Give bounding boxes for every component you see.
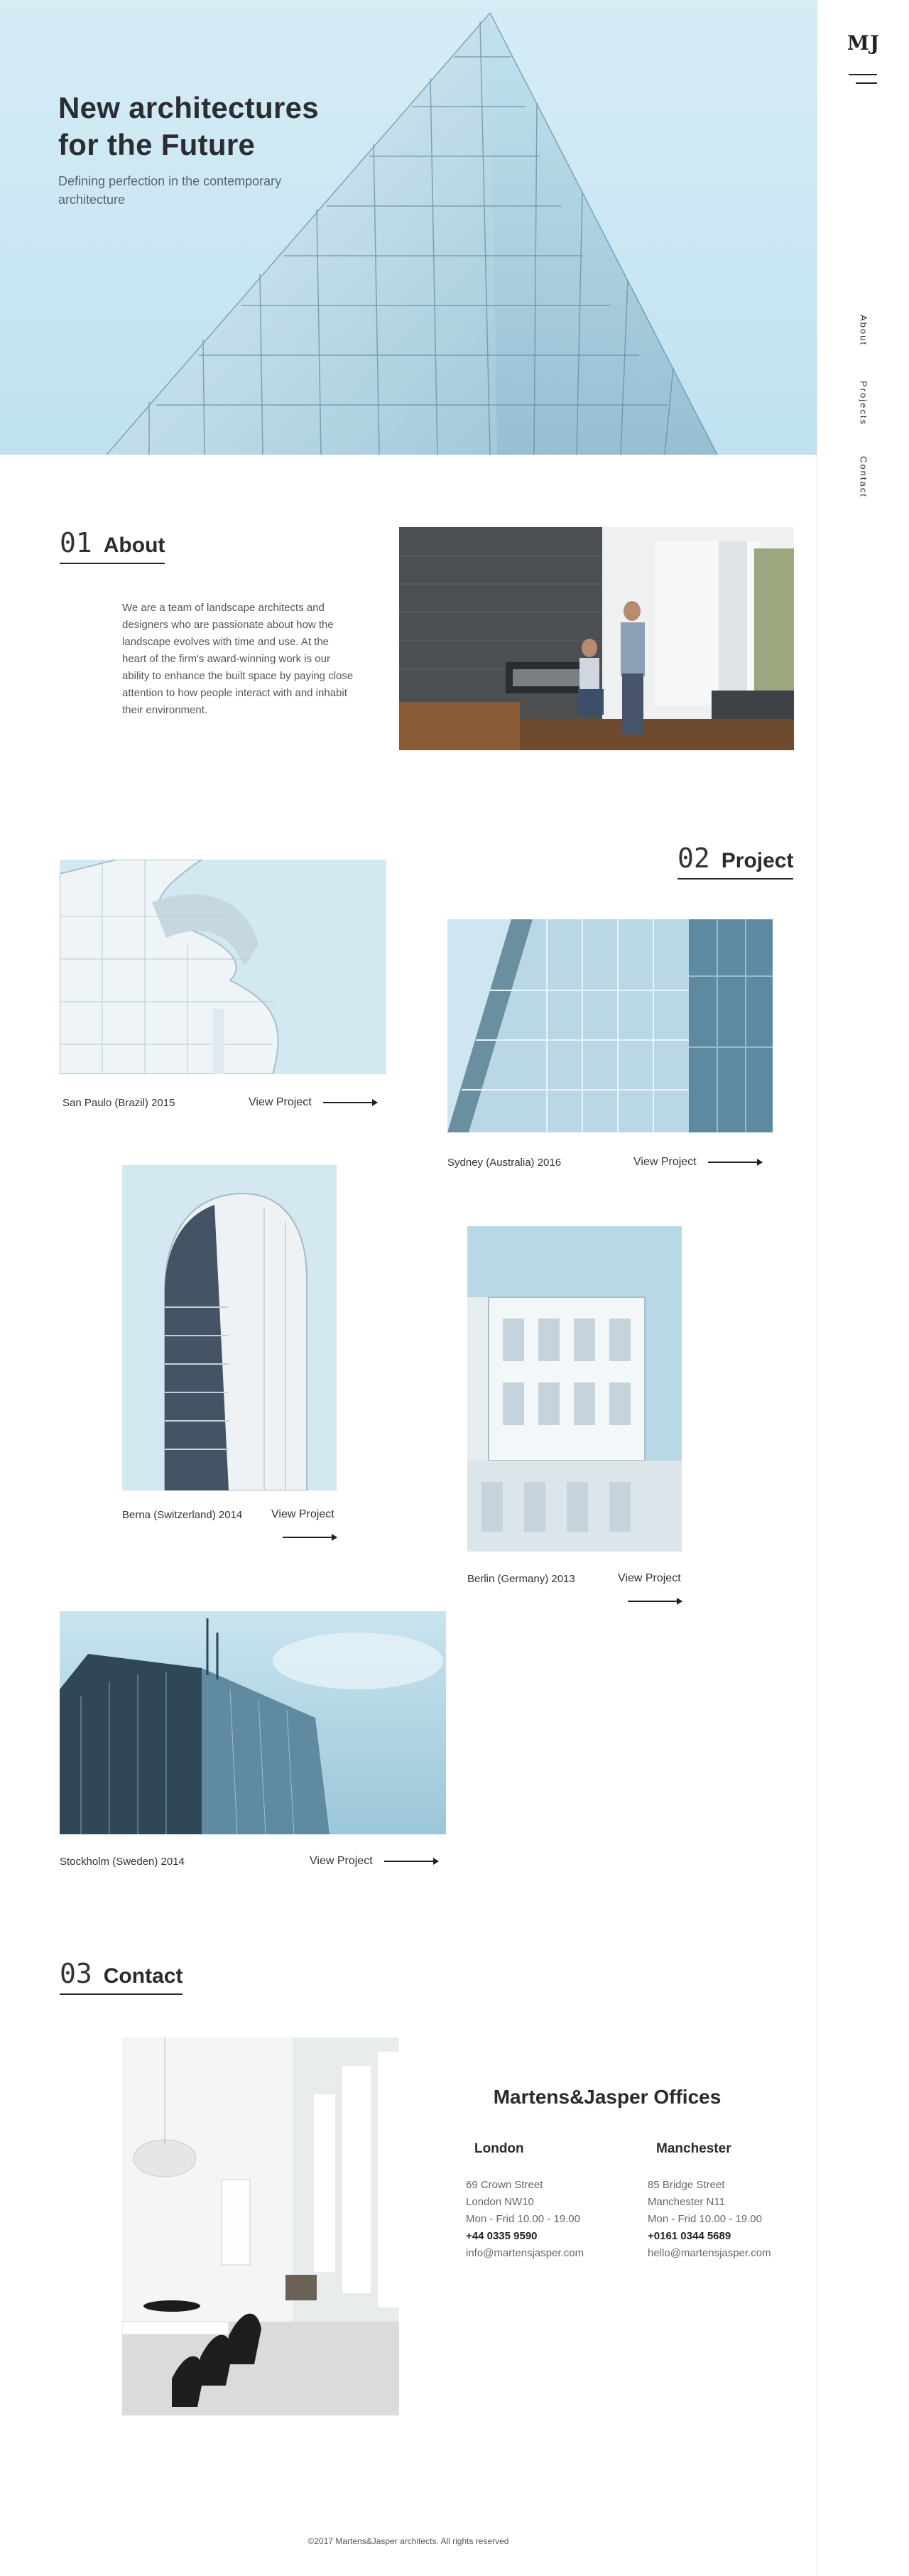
project-caption: Berna (Switzerland) 2014 xyxy=(122,1509,243,1521)
view-project-label: View Project xyxy=(310,1855,373,1867)
arrow-right-icon xyxy=(322,1099,378,1106)
hero-title-line-1: New architectures xyxy=(58,91,319,124)
project-caption: Stockholm (Sweden) 2014 xyxy=(60,1856,185,1868)
hero-subtitle: Defining perfection in the contemporary … xyxy=(58,174,282,207)
office-city-london: London xyxy=(474,2141,524,2156)
offices-title: Martens&Jasper Offices xyxy=(493,2086,722,2108)
office-hours: Mon - Frid 10.00 - 19.00 xyxy=(466,2213,580,2225)
office-phone[interactable]: +0161 0344 5689 xyxy=(648,2228,771,2245)
arrow-right-icon[interactable] xyxy=(628,1598,682,1605)
nav-item-label: Contact xyxy=(858,455,869,498)
office-email[interactable]: info@martensjasper.com xyxy=(466,2245,584,2262)
hero-title-line-2: for the Future xyxy=(58,128,256,161)
project-caption: Berlin (Germany) 2013 xyxy=(467,1573,575,1585)
office-phone[interactable]: +44 0335 9590 xyxy=(466,2228,584,2245)
nav-item-about[interactable]: About xyxy=(817,305,909,355)
hero-section: New architectures for the Future Definin… xyxy=(0,0,817,455)
project-caption: San Paulo (Brazil) 2015 xyxy=(62,1097,175,1109)
arrow-right-icon[interactable] xyxy=(283,1534,337,1541)
office-details-manchester: 85 Bridge Street Manchester N11 Mon - Fr… xyxy=(648,2177,771,2262)
arrow-right-icon xyxy=(383,1858,439,1865)
side-navigation: MJ About Projects Contact xyxy=(817,0,909,2576)
section-label: Project xyxy=(721,849,794,872)
nav-item-label: Projects xyxy=(858,380,869,426)
view-project-label: View Project xyxy=(618,1572,681,1584)
project-image-berna[interactable] xyxy=(122,1165,337,1490)
brand-logo[interactable]: MJ xyxy=(817,31,909,55)
project-image-sydney[interactable] xyxy=(447,919,773,1132)
office-postcode: Manchester N11 xyxy=(648,2196,725,2208)
project-image-san-paulo[interactable] xyxy=(60,860,386,1074)
view-project-link[interactable]: View Project xyxy=(618,1572,681,1585)
nav-item-label: About xyxy=(858,315,869,346)
arrow-right-icon xyxy=(707,1159,763,1166)
section-label: About xyxy=(103,534,165,557)
hero-title: New architectures for the Future xyxy=(58,90,319,163)
section-number: 01 xyxy=(60,527,92,558)
office-street: 69 Crown Street xyxy=(466,2179,543,2191)
view-project-label: View Project xyxy=(633,1156,697,1168)
office-city-manchester: Manchester xyxy=(656,2141,731,2156)
office-postcode: London NW10 xyxy=(466,2196,534,2208)
view-project-link[interactable]: View Project xyxy=(633,1156,763,1169)
office-email[interactable]: hello@martensjasper.com xyxy=(648,2245,771,2262)
about-text: We are a team of landscape architects an… xyxy=(122,602,354,716)
project-image-stockholm[interactable] xyxy=(60,1611,446,1834)
section-label: Contact xyxy=(103,1964,183,1988)
projects-heading: 02 Project xyxy=(677,843,794,880)
view-project-link[interactable]: View Project xyxy=(271,1508,334,1521)
footer-copyright: ©2017 Martens&Jasper architects. All rig… xyxy=(307,2536,509,2546)
nav-item-contact[interactable]: Contact xyxy=(817,452,909,502)
view-project-label: View Project xyxy=(271,1508,334,1520)
office-details-london: 69 Crown Street London NW10 Mon - Frid 1… xyxy=(466,2177,584,2262)
section-number: 03 xyxy=(60,1958,92,1989)
section-number: 02 xyxy=(677,843,710,874)
hamburger-menu-icon[interactable] xyxy=(849,74,877,88)
office-street: 85 Bridge Street xyxy=(648,2179,725,2191)
office-hours: Mon - Frid 10.00 - 19.00 xyxy=(648,2213,762,2225)
team-photo xyxy=(399,527,794,750)
about-heading: 01 About xyxy=(60,527,165,564)
contact-heading: 03 Contact xyxy=(60,1958,183,1995)
view-project-link[interactable]: View Project xyxy=(310,1855,439,1868)
view-project-link[interactable]: View Project xyxy=(249,1096,378,1109)
project-image-berlin[interactable] xyxy=(467,1226,682,1552)
office-interior-image xyxy=(122,2037,399,2415)
glass-building-image xyxy=(106,12,718,455)
project-caption: Sydney (Australia) 2016 xyxy=(447,1157,562,1169)
view-project-label: View Project xyxy=(249,1096,312,1108)
nav-item-projects[interactable]: Projects xyxy=(817,378,909,428)
